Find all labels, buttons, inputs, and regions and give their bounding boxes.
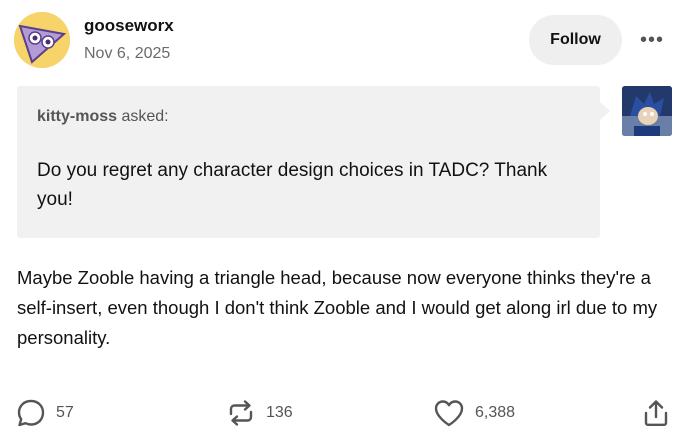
share-button[interactable] <box>641 396 671 430</box>
author-name[interactable]: gooseworx <box>84 16 174 36</box>
likes-button[interactable]: 6,388 <box>433 396 515 430</box>
ask-bubble: kitty-moss asked: Do you regret any char… <box>17 86 610 238</box>
likes-count: 6,388 <box>475 404 516 421</box>
reblog-icon <box>229 400 253 426</box>
follow-button[interactable]: Follow <box>529 15 622 65</box>
reblogs-count: 136 <box>266 404 293 421</box>
answer-text: Maybe Zooble having a triangle head, bec… <box>17 267 658 348</box>
reblogs-button[interactable]: 136 <box>226 396 293 430</box>
share-icon <box>644 400 668 426</box>
asker-avatar[interactable] <box>622 86 672 136</box>
asker-line: kitty-moss asked: <box>37 108 169 126</box>
post-date[interactable]: Nov 6, 2025 <box>84 45 170 63</box>
comment-icon <box>17 399 45 427</box>
more-options-icon[interactable]: ••• <box>634 26 670 54</box>
asked-label: asked: <box>117 108 169 125</box>
post-header: gooseworx Nov 6, 2025 Follow ••• <box>0 0 687 80</box>
comments-count: 57 <box>56 404 74 421</box>
question-text: Do you regret any character design choic… <box>37 160 548 210</box>
author-avatar[interactable] <box>14 12 70 68</box>
comments-button[interactable]: 57 <box>16 396 74 430</box>
post-footer: 57 136 6,388 <box>0 390 687 436</box>
heart-icon <box>434 400 464 427</box>
asker-name[interactable]: kitty-moss <box>37 108 117 125</box>
